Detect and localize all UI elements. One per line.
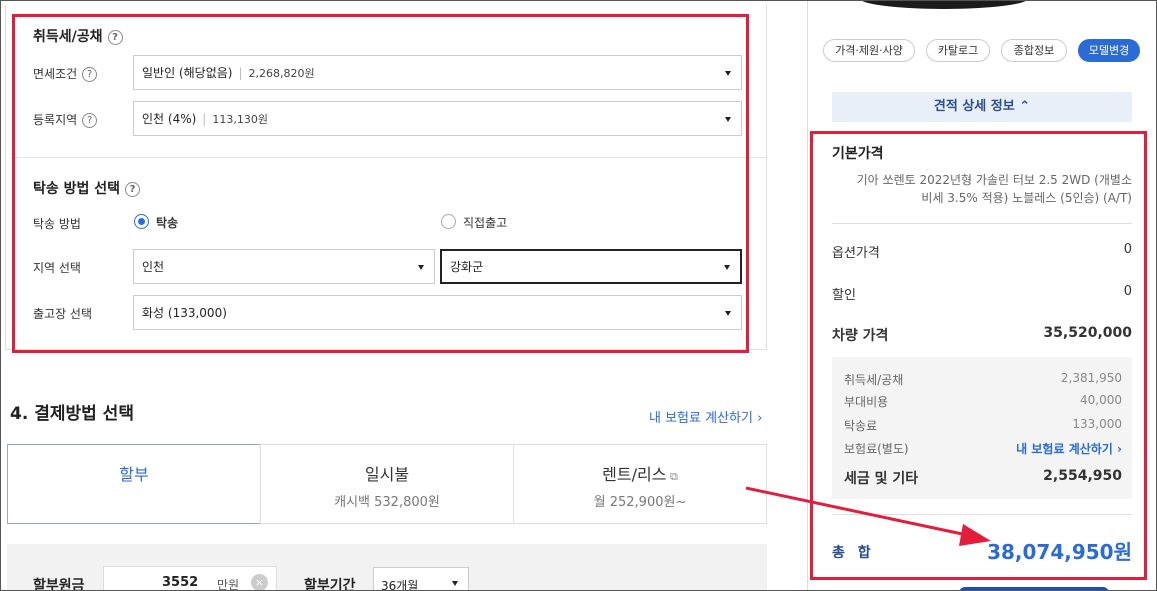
arrow-line	[745, 486, 968, 537]
arrow-head	[959, 524, 991, 546]
page: 취득세/공채? 면세조건? 일반인 (해당없음) | 2,268,820원 등록지역…	[0, 0, 1157, 591]
annotation-arrow	[745, 486, 991, 546]
